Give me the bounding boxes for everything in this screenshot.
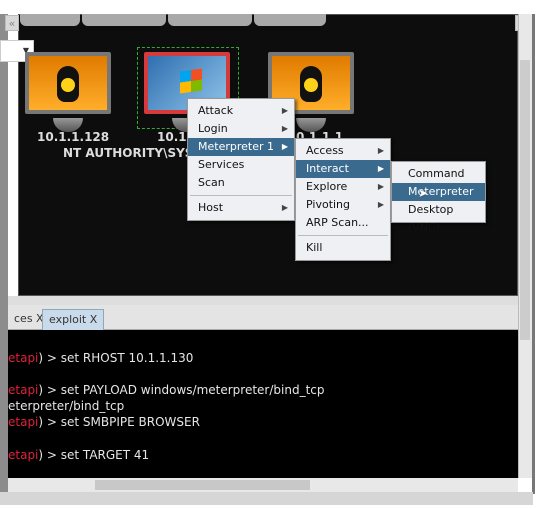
submenu-arrow-icon: ▶ <box>377 146 384 155</box>
right-panel-edge <box>532 14 535 494</box>
submenu-arrow-icon: ▶ <box>281 203 288 212</box>
host-icon-linux[interactable] <box>25 52 111 114</box>
vertical-scrollbar-thumb[interactable] <box>520 60 530 340</box>
top-tab[interactable] <box>82 14 166 26</box>
submenu-arrow-icon: ▶ <box>377 164 384 173</box>
windows-logo-icon <box>180 68 202 94</box>
mouse-cursor-icon: ➤ <box>418 186 429 200</box>
menu-separator <box>190 195 292 196</box>
status-bar <box>0 492 533 505</box>
menu-item-pivoting[interactable]: Pivoting ▶ <box>296 196 390 214</box>
interact-submenu: Command Shell Meterpreter Shell Desktop … <box>391 161 486 234</box>
linux-tux-icon <box>300 66 322 102</box>
menu-item-attack[interactable]: Attack ▶ <box>188 102 294 120</box>
top-tab[interactable] <box>20 14 80 26</box>
menu-item-meterpreter[interactable]: Meterpreter 1 ▶ <box>188 138 294 156</box>
menu-item-login[interactable]: Login ▶ <box>188 120 294 138</box>
collapse-left-button[interactable]: « <box>5 15 19 31</box>
submenu-arrow-icon: ▶ <box>281 124 288 133</box>
console-tab-bar: ces X exploit X <box>8 305 518 330</box>
horizontal-scrollbar-thumb[interactable] <box>95 480 310 490</box>
top-tab[interactable] <box>254 14 326 26</box>
menu-item-arp-scan[interactable]: ARP Scan... <box>296 214 390 232</box>
linux-tux-icon <box>57 66 79 102</box>
meterpreter-submenu: Access ▶ Interact ▶ Explore ▶ Pivoting ▶ ARP… <box>295 138 391 261</box>
console-line: etapi) > set SMBPIPE BROWSER <box>8 415 200 429</box>
submenu-arrow-icon: ▶ <box>281 106 288 115</box>
menu-item-kill[interactable]: Kill <box>296 239 390 257</box>
submenu-arrow-icon: ▶ <box>377 182 384 191</box>
host-ip-label: 10.1.1.128 <box>37 130 110 144</box>
menu-item-host[interactable]: Host ▶ <box>188 199 294 217</box>
console-line: eterpreter/bind_tcp <box>8 399 125 413</box>
menu-item-access[interactable]: Access ▶ <box>296 142 390 160</box>
console-output[interactable]: etapi) > set RHOST 10.1.1.130 etapi) > s… <box>8 330 518 478</box>
top-tab[interactable] <box>168 14 252 26</box>
console-line: etapi) > set TARGET 41 <box>8 448 150 462</box>
menu-item-services[interactable]: Services <box>188 156 294 174</box>
menu-item-desktop-vnc[interactable]: Desktop (VNC) <box>392 201 485 234</box>
host-context-menu: Attack ▶ Login ▶ Meterpreter 1 ▶ Services S… <box>187 98 295 221</box>
menu-item-scan[interactable]: Scan <box>188 174 294 192</box>
menu-separator <box>298 235 388 236</box>
split-pane-divider[interactable] <box>8 296 518 305</box>
menu-item-meterpreter-shell[interactable]: Meterpreter Shell <box>392 183 485 216</box>
menu-item-explore[interactable]: Explore ▶ <box>296 178 390 196</box>
console-line: etapi) > set RHOST 10.1.1.130 <box>8 351 194 365</box>
left-panel-edge <box>0 14 8 492</box>
submenu-arrow-icon: ▶ <box>281 142 288 151</box>
menu-item-interact[interactable]: Interact ▶ <box>296 160 390 178</box>
tab-exploit[interactable]: exploit X <box>42 309 105 330</box>
console-line: etapi) > set PAYLOAD windows/meterpreter… <box>8 383 325 397</box>
menu-item-command-shell[interactable]: Command Shell <box>392 165 485 198</box>
submenu-arrow-icon: ▶ <box>377 200 384 209</box>
